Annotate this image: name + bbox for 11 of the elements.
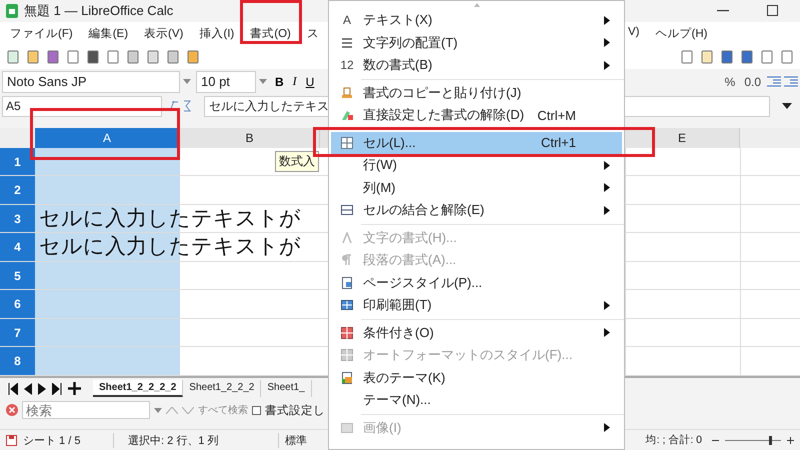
icon-label: 12: [340, 58, 354, 72]
page-style: 標準: [285, 434, 308, 448]
checkbox-label: 書式設定し: [265, 404, 325, 418]
selection-info: 選択中: 2 行、1 列: [120, 432, 279, 448]
shortcut-text: Ctrl+M: [537, 108, 576, 123]
icon-label: A: [342, 13, 351, 28]
sheet-count: シート 1 / 5: [23, 432, 114, 448]
window-title: 無題 1 — LibreOffice Calc: [24, 2, 174, 20]
shortcut-text: Ctrl+1: [540, 135, 576, 150]
sum-info: 均: ; 合計: 0: [646, 433, 702, 448]
tooltip: 数式入: [275, 150, 319, 172]
